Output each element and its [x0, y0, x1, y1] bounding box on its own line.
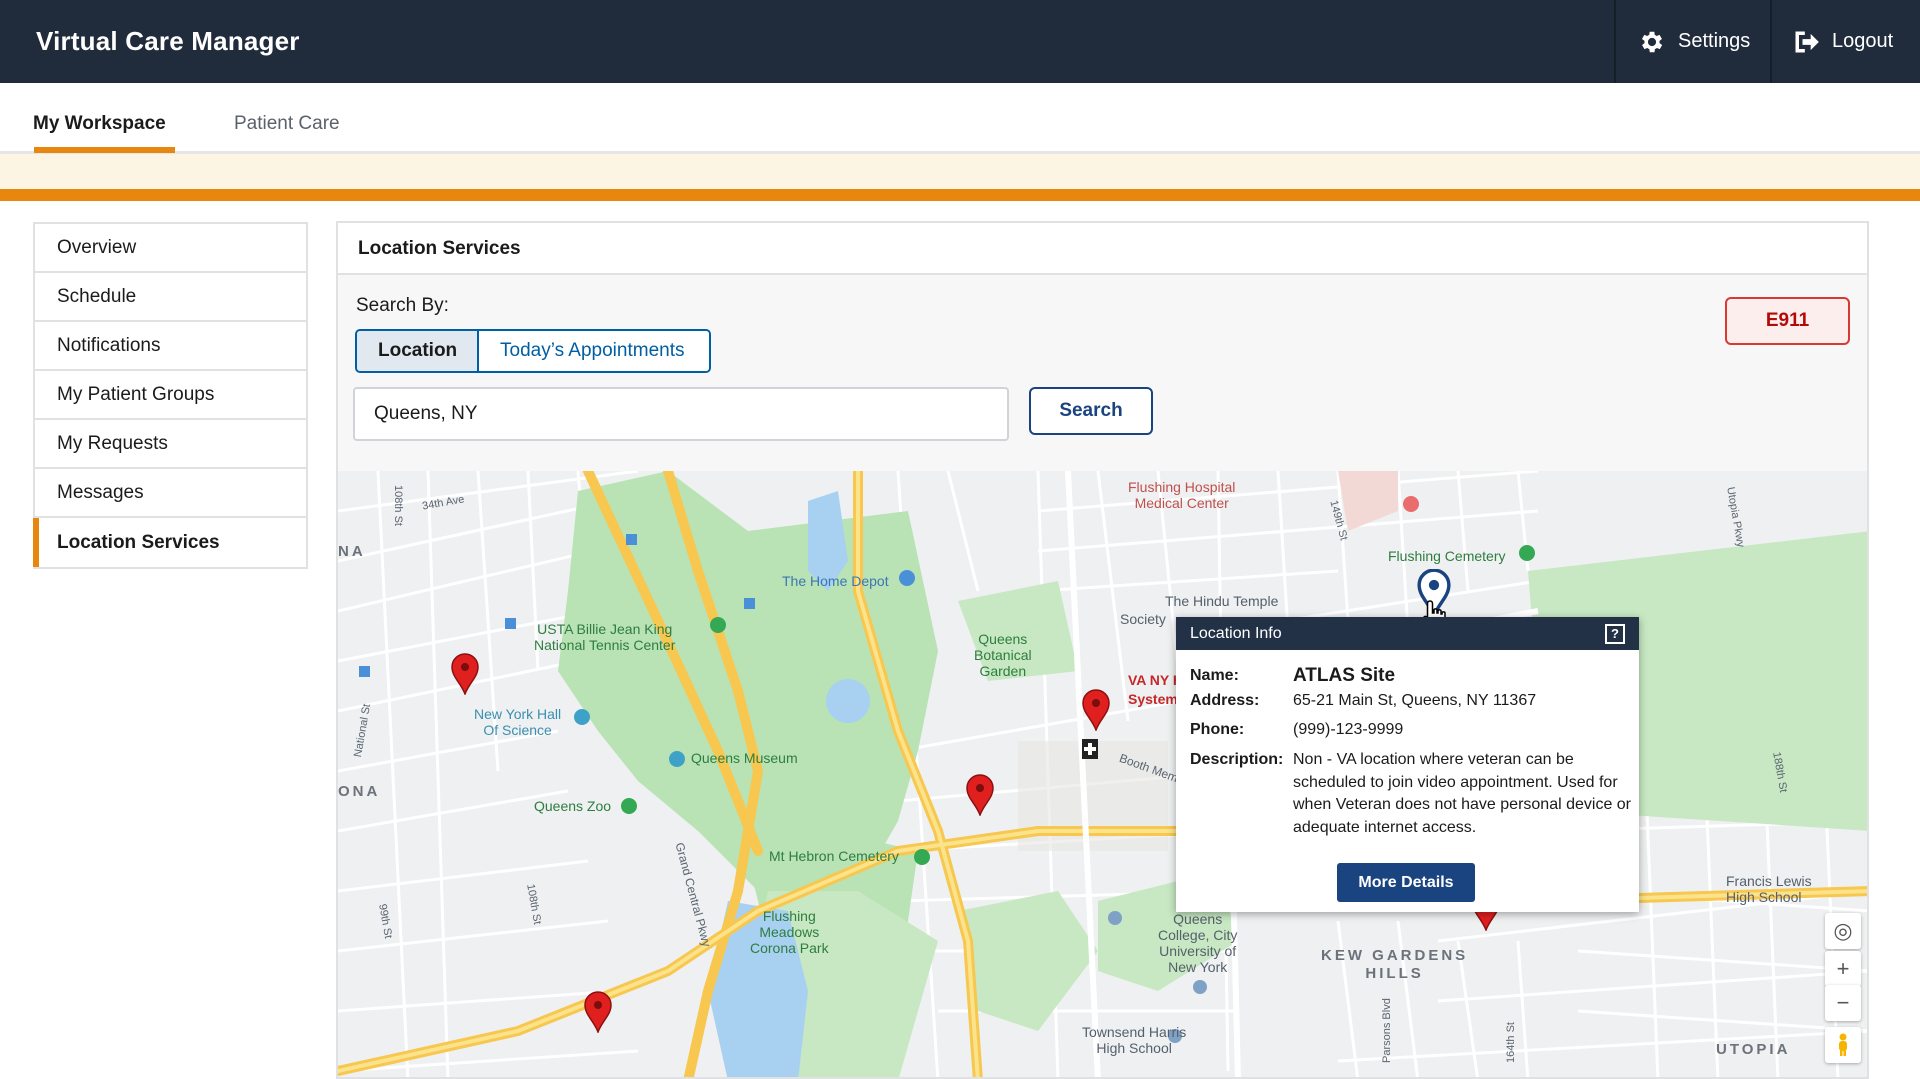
map-label-queens-museum: Queens Museum	[691, 750, 798, 766]
map-label-townsend: Townsend Harris High School	[1082, 1024, 1187, 1056]
map-label-kew-gardens: KEW GARDENS HILLS	[1321, 947, 1469, 982]
help-icon[interactable]: ?	[1605, 623, 1625, 644]
tab-patient-care[interactable]: Patient Care	[234, 113, 340, 135]
settings-label: Settings	[1678, 30, 1751, 52]
active-tab-indicator	[34, 147, 175, 153]
map-label-parsons: Parsons Blvd	[1381, 998, 1393, 1063]
map-label-usta: USTA Billie Jean King National Tennis Ce…	[534, 621, 676, 653]
tab-bar: My Workspace Patient Care	[0, 83, 1920, 154]
logout-button[interactable]: Logout	[1770, 0, 1920, 83]
logout-label: Logout	[1832, 30, 1894, 52]
top-bar: Virtual Care Manager Settings Logout	[0, 0, 1920, 83]
sidebar-item-location-services[interactable]: Location Services	[33, 518, 306, 567]
app-title: Virtual Care Manager	[36, 26, 300, 56]
map-label-home-depot: The Home Depot	[782, 573, 889, 589]
sidebar-item-schedule[interactable]: Schedule	[35, 273, 306, 322]
sidebar-item-my-requests[interactable]: My Requests	[35, 420, 306, 469]
map-label-va-ny: VA NY H System	[1128, 672, 1183, 707]
panel-title: Location Services	[338, 223, 1867, 275]
map-label-164th-st: 164th St	[1505, 1022, 1517, 1063]
search-mode-toggle: Location Today’s Appointments	[355, 329, 711, 373]
logout-icon	[1795, 31, 1819, 52]
map-label-corona-park: Flushing Meadows Corona Park	[750, 908, 829, 956]
search-button[interactable]: Search	[1029, 387, 1153, 435]
location-search-input[interactable]	[353, 387, 1009, 441]
zoom-in-button[interactable]: +	[1825, 951, 1861, 987]
zoom-out-button[interactable]: −	[1825, 985, 1861, 1021]
my-location-button[interactable]: ◎	[1825, 913, 1861, 949]
map-pin-red[interactable]	[583, 991, 613, 1033]
popup-description-value: Non - VA location where veteran can be s…	[1293, 751, 1632, 836]
popup-address-key: Address:	[1190, 692, 1260, 709]
side-nav: Overview Schedule Notifications My Patie…	[33, 222, 308, 569]
location-info-popup: Location Info ? Name: ATLAS Site Address…	[1176, 617, 1639, 912]
more-details-button[interactable]: More Details	[1337, 863, 1475, 902]
map-label-mt-hebron: Mt Hebron Cemetery	[769, 848, 899, 864]
map-pin-red[interactable]	[965, 774, 995, 816]
map-base	[338, 471, 1867, 1077]
popup-name-value: ATLAS Site	[1293, 665, 1396, 686]
search-by-label: Search By:	[356, 295, 449, 316]
map-label-flushing-cemetery: Flushing Cemetery	[1388, 548, 1506, 564]
popup-address-value: 65-21 Main St, Queens, NY 11367	[1293, 692, 1537, 709]
map-label-na-south: ONA	[338, 783, 381, 800]
sidebar-item-overview[interactable]: Overview	[35, 224, 306, 273]
map-pin-red[interactable]	[1081, 689, 1111, 731]
map-label-na-north: NA	[338, 543, 366, 560]
map-label-society: Society	[1120, 611, 1166, 627]
notice-banner	[0, 154, 1920, 189]
segment-todays-appointments[interactable]: Today’s Appointments	[479, 331, 709, 371]
sidebar-item-notifications[interactable]: Notifications	[35, 322, 306, 371]
map-label-botanical: Queens Botanical Garden	[974, 631, 1032, 679]
gear-icon	[1641, 31, 1663, 52]
tab-my-workspace[interactable]: My Workspace	[33, 113, 166, 135]
map-label-queens-zoo: Queens Zoo	[534, 798, 612, 814]
popup-name-key: Name:	[1190, 667, 1239, 684]
location-services-panel: Location Services Search By: Location To…	[336, 221, 1869, 1079]
map-label-hospital: Flushing Hospital Medical Center	[1128, 479, 1236, 511]
e911-button[interactable]: E911	[1725, 297, 1850, 345]
map[interactable]: VA NY H System Flushing Hospital Medical…	[338, 471, 1867, 1077]
map-label-hall-of-science: New York Hall Of Science	[474, 706, 562, 738]
map-label-francis-lewis: Francis Lewis High School	[1726, 873, 1812, 905]
segment-location[interactable]: Location	[357, 331, 479, 371]
map-label-queens-college: Queens College, City University of New Y…	[1158, 911, 1238, 975]
settings-button[interactable]: Settings	[1614, 0, 1770, 83]
popup-header: Location Info ?	[1176, 617, 1639, 650]
map-pin-red[interactable]	[450, 653, 480, 695]
street-view-button[interactable]	[1825, 1027, 1861, 1063]
popup-title: Location Info	[1190, 624, 1282, 642]
popup-phone-value: (999)-123-9999	[1293, 721, 1404, 738]
sidebar-item-my-patient-groups[interactable]: My Patient Groups	[35, 371, 306, 420]
popup-description-key: Description:	[1190, 751, 1284, 768]
banner-accent-line	[0, 189, 1920, 201]
map-label-utopia: UTOPIA	[1716, 1041, 1791, 1058]
sidebar-item-messages[interactable]: Messages	[35, 469, 306, 518]
map-label-108th-st: 108th St	[392, 485, 404, 526]
map-label-hindu-temple: The Hindu Temple	[1165, 593, 1279, 609]
pegman-icon	[1839, 1033, 1847, 1056]
popup-phone-key: Phone:	[1190, 721, 1245, 738]
